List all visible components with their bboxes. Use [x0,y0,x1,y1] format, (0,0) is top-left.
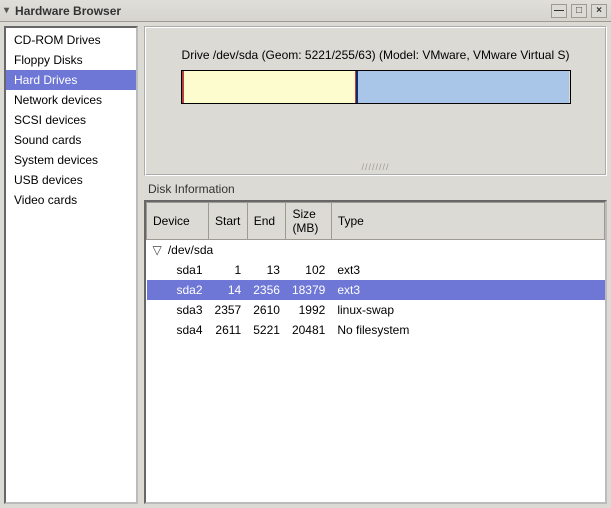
sidebar-item-floppy-disks[interactable]: Floppy Disks [6,50,136,70]
titlebar[interactable]: ▾ Hardware Browser — □ × [0,0,611,22]
sidebar-item-cd-rom-drives[interactable]: CD-ROM Drives [6,30,136,50]
cell-end: 2610 [247,300,286,320]
table-row[interactable]: sda214235618379ext3 [147,280,605,300]
col-type[interactable]: Type [331,203,604,240]
cell-start: 14 [209,280,248,300]
category-sidebar: CD-ROM DrivesFloppy DisksHard DrivesNetw… [4,26,138,504]
cell-device: sda3 [147,300,209,320]
cell-size: 1992 [286,300,331,320]
cell-size: 20481 [286,320,331,340]
resize-grip-icon[interactable]: //////// [361,162,389,172]
drive-label: Drive /dev/sda (Geom: 5221/255/63) (Mode… [182,48,570,62]
sidebar-item-video-cards[interactable]: Video cards [6,190,136,210]
cell-type: ext3 [331,260,604,280]
cell-end: 13 [247,260,286,280]
sidebar-item-system-devices[interactable]: System devices [6,150,136,170]
table-row[interactable]: sda42611522120481No filesystem [147,320,605,340]
cell-type: ext3 [331,280,604,300]
cell-device: sda1 [147,260,209,280]
table-row-parent[interactable]: ▽ /dev/sda [147,240,605,261]
disk-info-table-wrapper: Device Start End Size (MB) Type ▽ /dev/s… [144,200,607,504]
cell-end: 2356 [247,280,286,300]
cell-type: linux-swap [331,300,604,320]
window-title: Hardware Browser [15,4,547,18]
sidebar-item-usb-devices[interactable]: USB devices [6,170,136,190]
col-size[interactable]: Size (MB) [286,203,331,240]
table-row[interactable]: sda3235726101992linux-swap [147,300,605,320]
sidebar-item-sound-cards[interactable]: Sound cards [6,130,136,150]
cell-size: 18379 [286,280,331,300]
main-panel: Drive /dev/sda (Geom: 5221/255/63) (Mode… [144,26,607,504]
sidebar-item-scsi-devices[interactable]: SCSI devices [6,110,136,130]
col-device[interactable]: Device [147,203,209,240]
hardware-browser-window: ▾ Hardware Browser — □ × CD-ROM DrivesFl… [0,0,611,508]
disk-info-heading: Disk Information [144,180,607,196]
parent-device-name: /dev/sda [168,243,213,257]
table-row[interactable]: sda1113102ext3 [147,260,605,280]
cell-start: 2611 [209,320,248,340]
sidebar-item-hard-drives[interactable]: Hard Drives [6,70,136,90]
col-end[interactable]: End [247,203,286,240]
cell-size: 102 [286,260,331,280]
minimize-button[interactable]: — [551,4,567,18]
tree-collapse-icon[interactable]: ▽ [153,243,165,257]
close-button[interactable]: × [591,4,607,18]
cell-type: No filesystem [331,320,604,340]
cell-device: sda2 [147,280,209,300]
sidebar-item-network-devices[interactable]: Network devices [6,90,136,110]
col-start[interactable]: Start [209,203,248,240]
partition-segment-1[interactable] [183,71,356,103]
maximize-button[interactable]: □ [571,4,587,18]
cell-end: 5221 [247,320,286,340]
cell-start: 2357 [209,300,248,320]
partition-bar[interactable] [181,70,571,104]
partition-segment-2[interactable] [356,71,375,103]
window-menu-icon[interactable]: ▾ [4,5,9,16]
disk-info-table: Device Start End Size (MB) Type ▽ /dev/s… [146,202,605,340]
workarea: CD-ROM DrivesFloppy DisksHard DrivesNetw… [0,22,611,508]
cell-start: 1 [209,260,248,280]
partition-segment-3[interactable] [375,71,569,103]
drive-preview-box: Drive /dev/sda (Geom: 5221/255/63) (Mode… [144,26,607,176]
cell-device: sda4 [147,320,209,340]
